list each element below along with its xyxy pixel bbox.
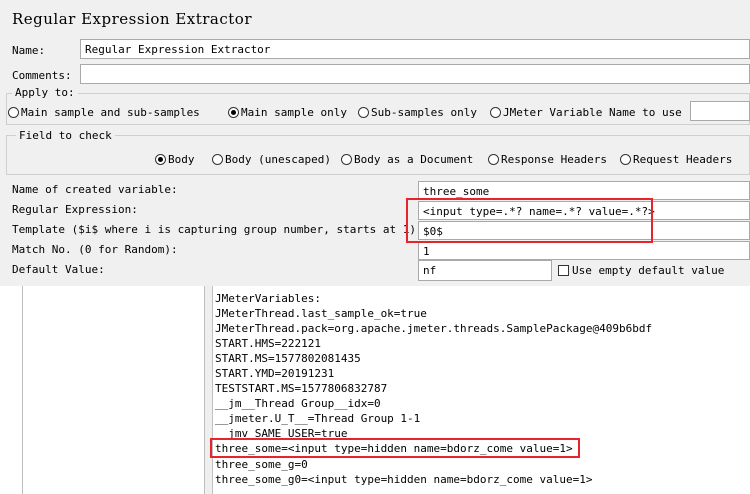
- log-line: START.HMS=222121: [215, 337, 321, 350]
- log-line: three_some_g0=<input type=hidden name=bd…: [215, 473, 593, 486]
- radio-unselected-icon: [620, 154, 631, 165]
- log-line: JMeterThread.pack=org.apache.jmeter.thre…: [215, 322, 653, 335]
- comments-input[interactable]: [80, 64, 750, 84]
- apply-to-label: Apply to:: [12, 86, 78, 99]
- results-tree-pane[interactable]: [22, 286, 205, 494]
- apply-main-and-sub-radio[interactable]: Main sample and sub-samples: [8, 106, 200, 119]
- apply-jmeter-variable-radio[interactable]: JMeter Variable Name to use: [490, 106, 682, 119]
- radio-unselected-icon: [8, 107, 19, 118]
- log-line: three_some_g=0: [215, 458, 308, 471]
- results-scrollbar[interactable]: [205, 286, 213, 494]
- radio-selected-icon: [155, 154, 166, 165]
- log-line: START.YMD=20191231: [215, 367, 335, 380]
- field-to-check-label: Field to check: [16, 129, 115, 142]
- match-no-label: Match No. (0 for Random):: [12, 243, 178, 256]
- template-label: Template ($i$ where i is capturing group…: [12, 223, 423, 236]
- regex-template-highlight: [406, 198, 653, 243]
- radio-unselected-icon: [358, 107, 369, 118]
- radio-selected-icon: [228, 107, 239, 118]
- field-body-document-radio[interactable]: Body as a Document: [341, 153, 473, 166]
- default-value-input[interactable]: nf: [418, 260, 552, 281]
- match-no-input[interactable]: 1: [418, 241, 750, 260]
- log-line: START.MS=1577802081435: [215, 352, 361, 365]
- use-empty-default-checkbox[interactable]: Use empty default value: [558, 264, 724, 277]
- comments-label: Comments:: [12, 69, 72, 82]
- log-line: TESTSTART.MS=1577806832787: [215, 382, 388, 395]
- three-some-highlight: [210, 438, 580, 458]
- regex-label: Regular Expression:: [12, 203, 138, 216]
- field-body-unescaped-radio[interactable]: Body (unescaped): [212, 153, 331, 166]
- default-value-label: Default Value:: [12, 263, 105, 276]
- apply-sub-only-radio[interactable]: Sub-samples only: [358, 106, 477, 119]
- log-line: __jmeter.U_T__=Thread Group 1-1: [215, 412, 421, 425]
- apply-main-only-radio[interactable]: Main sample only: [228, 106, 347, 119]
- radio-unselected-icon: [488, 154, 499, 165]
- name-input[interactable]: Regular Expression Extractor: [80, 39, 750, 59]
- panel-title: Regular Expression Extractor: [12, 10, 253, 28]
- radio-unselected-icon: [490, 107, 501, 118]
- name-label: Name:: [12, 44, 46, 57]
- field-response-headers-radio[interactable]: Response Headers: [488, 153, 607, 166]
- created-variable-label: Name of created variable:: [12, 183, 178, 196]
- field-request-headers-radio[interactable]: Request Headers: [620, 153, 732, 166]
- log-line: __jm__Thread Group__idx=0: [215, 397, 381, 410]
- radio-unselected-icon: [341, 154, 352, 165]
- log-line: JMeterThread.last_sample_ok=true: [215, 307, 427, 320]
- jmeter-variable-input[interactable]: [690, 101, 750, 121]
- radio-unselected-icon: [212, 154, 223, 165]
- log-line: JMeterVariables:: [215, 292, 321, 305]
- field-body-radio[interactable]: Body: [155, 153, 195, 166]
- checkbox-unchecked-icon: [558, 265, 569, 276]
